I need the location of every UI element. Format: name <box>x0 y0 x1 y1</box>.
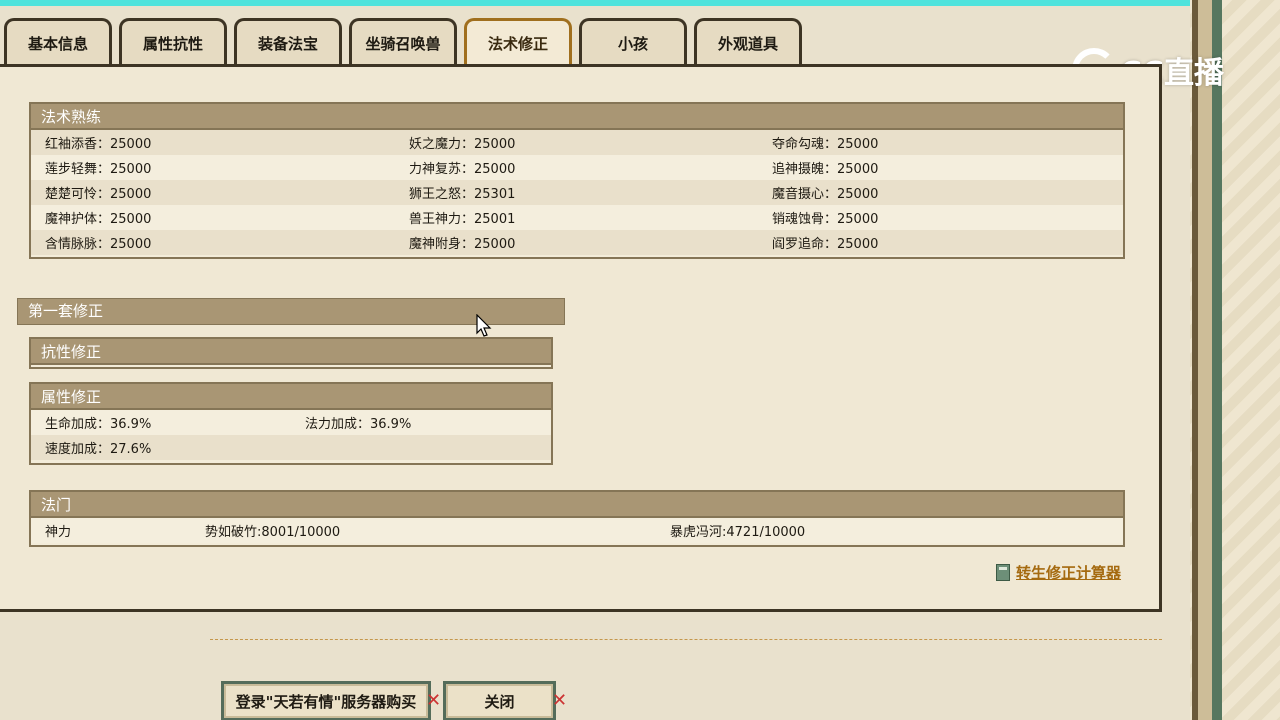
tab-spell-correction[interactable]: 法术修正 <box>464 18 572 66</box>
buy-button[interactable]: 登录"天若有情"服务器购买 <box>221 681 431 720</box>
calculator-link[interactable]: 转生修正计算器 <box>996 562 1121 583</box>
table-cell: 莲步轻舞：25000 <box>45 162 152 177</box>
table-row: 莲步轻舞：25000 力神复苏：25000 追神摄魄：25000 <box>31 155 1123 180</box>
table-cell: 狮王之怒：25301 <box>409 187 516 202</box>
close-x-icon: ✕ <box>426 690 442 711</box>
table-row: 红袖添香：25000 妖之魔力：25000 夺命勾魂：25000 <box>31 130 1123 155</box>
table-cell: 魔神护体：25000 <box>45 212 152 227</box>
tab-bar: 基本信息 属性抗性 装备法宝 坐骑召唤兽 法术修正 小孩 外观道具 <box>4 18 809 66</box>
tab-mount-summon[interactable]: 坐骑召唤兽 <box>349 18 457 66</box>
right-border-bar <box>1198 0 1212 720</box>
close-button[interactable]: 关闭 <box>443 681 556 720</box>
table-cell: 速度加成：27.6% <box>45 442 152 457</box>
table-cell: 魔神附身：25000 <box>409 237 516 252</box>
tab-appearance[interactable]: 外观道具 <box>694 18 802 66</box>
school-section: 法门 神力 势如破竹:8001/10000 暴虎冯河:4721/10000 <box>29 490 1125 547</box>
tab-equipment[interactable]: 装备法宝 <box>234 18 342 66</box>
tab-label: 属性抗性 <box>142 35 203 53</box>
table-cell: 追神摄魄：25000 <box>772 162 879 177</box>
table-row: 速度加成：27.6% <box>31 435 551 460</box>
top-strip <box>0 0 1280 6</box>
divider <box>210 639 1162 640</box>
table-cell: 暴虎冯河:4721/10000 <box>670 525 806 540</box>
table-cell: 红袖添香：25000 <box>45 137 152 152</box>
table-cell: 阎罗追命：25000 <box>772 237 879 252</box>
buy-button-label: 登录"天若有情"服务器购买 <box>235 692 417 711</box>
tab-label: 法术修正 <box>487 35 548 53</box>
table-cell: 法力加成：36.9% <box>305 417 412 432</box>
tab-label: 装备法宝 <box>257 35 318 53</box>
mouse-cursor-icon <box>476 314 492 337</box>
table-cell: 势如破竹:8001/10000 <box>205 525 341 540</box>
section-header: 抗性修正 <box>31 339 551 365</box>
section-header: 属性修正 <box>31 384 551 410</box>
table-cell: 销魂蚀骨：25000 <box>772 212 879 227</box>
spell-proficiency-section: 法术熟练 红袖添香：25000 妖之魔力：25000 夺命勾魂：25000 莲步… <box>29 102 1125 259</box>
close-x-icon: ✕ <box>552 690 568 711</box>
table-row: 神力 势如破竹:8001/10000 暴虎冯河:4721/10000 <box>31 518 1123 543</box>
table-cell: 生命加成：36.9% <box>45 417 152 432</box>
table-row: 生命加成：36.9% 法力加成：36.9% <box>31 410 551 435</box>
table-row: 含情脉脉：25000 魔神附身：25000 阎罗追命：25000 <box>31 230 1123 255</box>
attr-correction-section: 属性修正 生命加成：36.9% 法力加成：36.9% 速度加成：27.6% <box>29 382 553 465</box>
table-cell: 力神复苏：25000 <box>409 162 516 177</box>
table-cell: 神力 <box>45 525 72 540</box>
close-button-label: 关闭 <box>484 692 515 711</box>
calculator-link-label[interactable]: 转生修正计算器 <box>1016 562 1121 583</box>
table-cell: 兽王神力：25001 <box>409 212 516 227</box>
tab-label: 小孩 <box>617 35 648 53</box>
table-cell: 含情脉脉：25000 <box>45 237 152 252</box>
section-header: 法术熟练 <box>31 104 1123 130</box>
table-cell: 楚楚可怜：25000 <box>45 187 152 202</box>
tab-attr-resist[interactable]: 属性抗性 <box>119 18 227 66</box>
resist-correction-section: 抗性修正 <box>29 337 553 369</box>
tab-label: 基本信息 <box>27 35 88 53</box>
right-border-bar <box>1212 0 1222 720</box>
table-cell: 夺命勾魂：25000 <box>772 137 879 152</box>
section-header: 法门 <box>31 492 1123 518</box>
table-row: 楚楚可怜：25000 狮王之怒：25301 魔音摄心：25000 <box>31 180 1123 205</box>
tab-label: 坐骑召唤兽 <box>365 35 441 53</box>
table-cell: 妖之魔力：25000 <box>409 137 516 152</box>
tab-child[interactable]: 小孩 <box>579 18 687 66</box>
table-row: 魔神护体：25000 兽王神力：25001 销魂蚀骨：25000 <box>31 205 1123 230</box>
spell-proficiency-table: 红袖添香：25000 妖之魔力：25000 夺命勾魂：25000 莲步轻舞：25… <box>31 130 1123 255</box>
calculator-icon <box>996 564 1010 581</box>
table-cell: 魔音摄心：25000 <box>772 187 879 202</box>
tab-basic-info[interactable]: 基本信息 <box>4 18 112 66</box>
tab-label: 外观道具 <box>717 35 778 53</box>
